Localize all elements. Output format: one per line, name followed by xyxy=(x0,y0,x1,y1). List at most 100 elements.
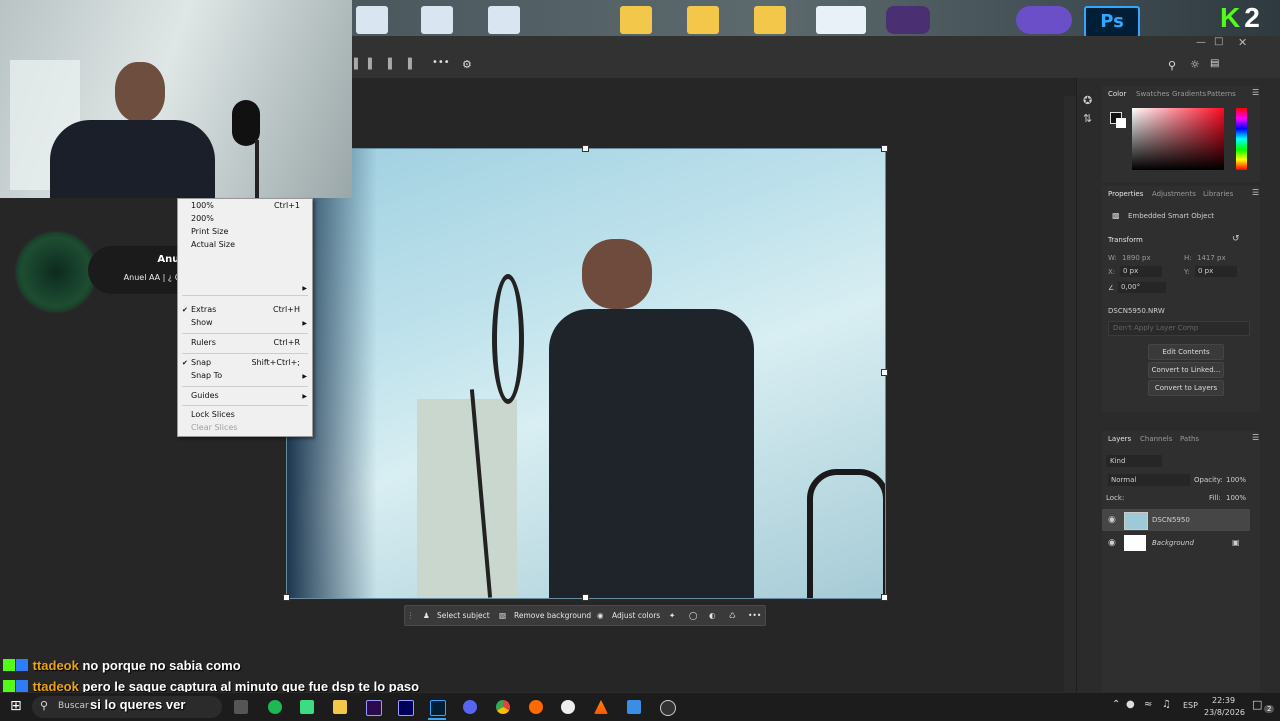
podcast-icon[interactable] xyxy=(1016,6,1072,34)
panel-menu-icon[interactable]: ☰ xyxy=(1252,88,1259,97)
fill-value[interactable]: 100% xyxy=(1226,494,1246,502)
drag-handle-icon[interactable]: ⋮ xyxy=(407,606,415,625)
file-icon[interactable] xyxy=(488,6,520,34)
menu-item-200[interactable]: 200% xyxy=(191,213,214,225)
tab-gradients[interactable]: Gradients xyxy=(1172,86,1206,102)
tab-properties[interactable]: Properties xyxy=(1108,186,1143,202)
file-explorer-icon[interactable] xyxy=(333,700,347,714)
notification-center-icon[interactable]: □ xyxy=(1252,698,1262,711)
volume-icon[interactable]: ♫ xyxy=(1162,699,1171,710)
tab-adjustments[interactable]: Adjustments xyxy=(1152,186,1196,202)
width-value[interactable]: 1890 px xyxy=(1122,254,1151,262)
folder-icon[interactable] xyxy=(687,6,719,34)
align-right-icon[interactable]: ▌ xyxy=(388,59,396,70)
menu-item-actual-size[interactable]: Actual Size xyxy=(191,239,235,251)
gear-icon[interactable]: ⚙ xyxy=(462,58,472,71)
task-view-icon[interactable] xyxy=(234,700,248,714)
minimize-icon[interactable]: — xyxy=(1196,37,1206,48)
convert-to-linked-button[interactable]: Convert to Linked... xyxy=(1148,362,1224,378)
height-value[interactable]: 1417 px xyxy=(1197,254,1226,262)
tab-layers[interactable]: Layers xyxy=(1108,431,1131,447)
tab-libraries[interactable]: Libraries xyxy=(1203,186,1233,202)
color-picker-field[interactable] xyxy=(1132,108,1224,170)
tab-swatches[interactable]: Swatches xyxy=(1136,86,1169,102)
vlc-icon[interactable] xyxy=(594,700,608,714)
tab-color[interactable]: Color xyxy=(1108,86,1126,102)
mask-icon[interactable]: ◐ xyxy=(709,606,716,625)
menu-item-extras[interactable]: Extras xyxy=(191,304,216,316)
transform-handle[interactable] xyxy=(582,594,589,601)
convert-to-layers-button[interactable]: Convert to Layers xyxy=(1148,380,1224,396)
angle-field[interactable]: 0,00° xyxy=(1118,282,1166,293)
select-subject-button[interactable]: Select subject xyxy=(437,606,490,625)
layer-filter-select[interactable]: Kind xyxy=(1106,455,1162,467)
layer-comp-select[interactable]: Don't Apply Layer Comp xyxy=(1108,321,1250,336)
edit-contents-button[interactable]: Edit Contents xyxy=(1148,344,1224,360)
transform-handle[interactable] xyxy=(881,145,888,152)
tab-channels[interactable]: Channels xyxy=(1140,431,1172,447)
language-indicator[interactable]: ESP xyxy=(1183,701,1198,710)
photos-icon[interactable] xyxy=(627,700,641,714)
remove-background-button[interactable]: Remove background xyxy=(514,606,591,625)
menu-item-guides[interactable]: Guides xyxy=(191,390,219,402)
transform-handle[interactable] xyxy=(582,145,589,152)
canvas-scrollbar[interactable] xyxy=(1064,96,1072,692)
transform-handle[interactable] xyxy=(881,594,888,601)
smart-object-icon[interactable]: ♺ xyxy=(729,606,736,625)
photoshop-taskbar-icon[interactable] xyxy=(430,700,446,716)
blend-mode-select[interactable]: Normal xyxy=(1108,474,1190,486)
windows-start-icon[interactable]: ⊞ xyxy=(10,698,22,714)
align-left-icon[interactable]: ▌ xyxy=(354,59,362,70)
spotify-icon[interactable] xyxy=(268,700,282,714)
background-swatch[interactable] xyxy=(1116,118,1126,128)
clock-time[interactable]: 22:39 xyxy=(1212,696,1235,705)
chevron-up-icon[interactable]: ⌃ xyxy=(1112,699,1120,710)
after-effects-icon[interactable] xyxy=(398,700,414,716)
reset-transform-icon[interactable]: ↺ xyxy=(1232,234,1240,244)
microphone-icon[interactable]: ● xyxy=(1126,699,1135,710)
search-icon[interactable]: ⚲ xyxy=(1168,59,1176,72)
actions-icon[interactable]: ⇅ xyxy=(1083,112,1092,125)
window-icon[interactable] xyxy=(816,6,866,34)
app-icon[interactable] xyxy=(300,700,314,714)
transform-handle[interactable] xyxy=(881,369,888,376)
y-field[interactable]: 0 px xyxy=(1195,266,1237,277)
file-icon[interactable] xyxy=(356,6,388,34)
app-icon[interactable] xyxy=(561,700,575,714)
workspace-icon[interactable]: ▤ xyxy=(1210,58,1219,69)
opacity-value[interactable]: 100% xyxy=(1226,476,1246,484)
menu-item-snap[interactable]: Snap xyxy=(191,357,211,369)
panel-menu-icon[interactable]: ☰ xyxy=(1252,188,1259,197)
folder-icon[interactable] xyxy=(620,6,652,34)
adjust-colors-button[interactable]: Adjust colors xyxy=(612,606,660,625)
menu-item-rulers[interactable]: Rulers xyxy=(191,337,216,349)
x-field[interactable]: 0 px xyxy=(1120,266,1162,277)
chrome-icon[interactable] xyxy=(496,700,510,714)
visibility-eye-icon[interactable]: ◉ xyxy=(1108,515,1116,525)
browser-icon[interactable] xyxy=(529,700,543,714)
hue-slider[interactable] xyxy=(1236,108,1247,170)
app-icon[interactable] xyxy=(660,700,676,716)
app-b-icon[interactable] xyxy=(886,6,930,34)
wifi-icon[interactable]: ≈ xyxy=(1144,699,1152,710)
tab-paths[interactable]: Paths xyxy=(1180,431,1199,447)
align-center-icon[interactable]: ▌ xyxy=(368,59,376,70)
distribute-icon[interactable]: ▌ xyxy=(408,59,416,70)
sparkle-icon[interactable]: ✦ xyxy=(669,606,675,625)
discord-icon[interactable] xyxy=(463,700,477,714)
crop-icon[interactable]: ◯ xyxy=(689,606,697,625)
history-icon[interactable]: ✪ xyxy=(1083,94,1092,107)
lightbulb-icon[interactable]: ☼ xyxy=(1190,58,1200,71)
premiere-icon[interactable] xyxy=(366,700,382,716)
panel-menu-icon[interactable]: ☰ xyxy=(1252,433,1259,442)
menu-item-lock-slices[interactable]: Lock Slices xyxy=(191,409,235,421)
clock-date[interactable]: 23/8/2026 xyxy=(1204,708,1245,717)
file-icon[interactable] xyxy=(421,6,453,34)
visibility-eye-icon[interactable]: ◉ xyxy=(1108,538,1116,548)
close-icon[interactable]: ✕ xyxy=(1238,36,1247,49)
folder-icon[interactable] xyxy=(754,6,786,34)
more-options-icon[interactable]: ••• xyxy=(748,606,761,625)
menu-item-show[interactable]: Show xyxy=(191,317,213,329)
menu-item-100[interactable]: 100% xyxy=(191,200,214,212)
photoshop-icon[interactable]: Ps xyxy=(1084,6,1140,38)
